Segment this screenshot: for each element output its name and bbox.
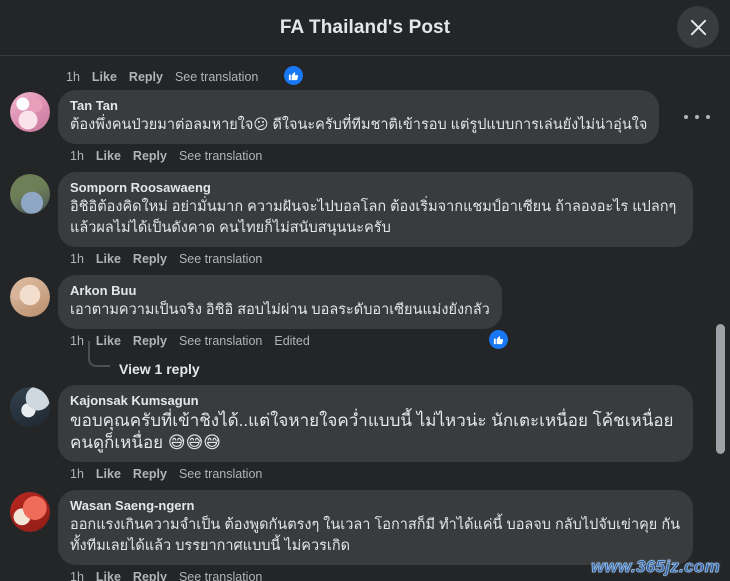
dot-icon	[684, 115, 688, 119]
comment-bubble: Tan Tan ต้องพึ่งคนป่วยมาต่อลมหายใจ😕 ดีใจ…	[58, 90, 660, 144]
comment-item: Somporn Roosawaeng อิชิอิต้องคิดใหม่ อย่…	[0, 172, 730, 273]
comment-author[interactable]: Tan Tan	[70, 97, 647, 114]
comment-text: อิชิอิต้องคิดใหม่ อย่ามั่นมาก ความฝันจะไ…	[70, 199, 677, 236]
dot-icon	[695, 115, 699, 119]
comment-bubble: Arkon Buu เอาตามความเป็นจริง อิชิอิ สอบไ…	[58, 275, 502, 329]
avatar[interactable]	[10, 277, 50, 317]
dialog-header: FA Thailand's Post	[0, 0, 730, 56]
see-translation-link[interactable]: See translation	[179, 333, 262, 349]
avatar[interactable]	[10, 387, 50, 427]
reply-button[interactable]: Reply	[133, 569, 167, 581]
comment-actions: 1h Like Reply See translation Edited	[58, 329, 714, 355]
like-button[interactable]: Like	[96, 466, 121, 482]
comment-actions-partial: 1h Like Reply See translation	[0, 62, 730, 90]
comment-text: ออกแรงเกินความจำเป็น ต้องพูดกันตรงๆ ในเว…	[70, 517, 681, 554]
comment-text: ขอบคุณครับที่เข้าชิงได้..แต่ใจหายใจคว่ำแ…	[70, 411, 674, 452]
comment-item: Tan Tan ต้องพึ่งคนป่วยมาต่อลมหายใจ😕 ดีใจ…	[0, 90, 730, 170]
thumbs-up-icon[interactable]	[284, 66, 303, 85]
comment-bubble: Somporn Roosawaeng อิชิอิต้องคิดใหม่ อย่…	[58, 172, 693, 247]
close-icon	[689, 18, 708, 37]
avatar[interactable]	[10, 174, 50, 214]
thumbs-up-icon[interactable]	[489, 330, 508, 349]
view-replies-button[interactable]: View 1 reply	[119, 361, 200, 377]
reply-button[interactable]: Reply	[133, 148, 167, 164]
view-replies-row: View 1 reply	[58, 341, 714, 383]
comment-author[interactable]: Somporn Roosawaeng	[70, 179, 681, 196]
see-translation-link[interactable]: See translation	[179, 466, 262, 482]
avatar[interactable]	[10, 92, 50, 132]
close-button[interactable]	[677, 6, 719, 48]
see-translation-link[interactable]: See translation	[179, 251, 262, 267]
like-button[interactable]: Like	[92, 70, 117, 84]
comment-timestamp: 1h	[70, 252, 84, 266]
avatar[interactable]	[10, 492, 50, 532]
comment-actions: 1h Like Reply See translation	[58, 144, 714, 170]
see-translation-link[interactable]: See translation	[175, 70, 258, 84]
reply-button[interactable]: Reply	[133, 333, 167, 349]
comment-item: Arkon Buu เอาตามความเป็นจริง อิชิอิ สอบไ…	[0, 275, 730, 383]
comment-actions: 1h Like Reply See translation	[58, 462, 714, 488]
see-translation-link[interactable]: See translation	[179, 148, 262, 164]
scrollbar-track[interactable]	[716, 56, 728, 581]
comment-timestamp: 1h	[70, 334, 84, 348]
comment-actions: 1h Like Reply See translation	[58, 565, 714, 581]
see-translation-link[interactable]: See translation	[179, 569, 262, 581]
reply-button[interactable]: Reply	[129, 70, 163, 84]
like-button[interactable]: Like	[96, 569, 121, 581]
thread-connector-line	[88, 341, 110, 367]
comment-timestamp: 1h	[66, 70, 80, 84]
comment-actions: 1h Like Reply See translation	[58, 247, 714, 273]
comment-bubble: Kajonsak Kumsagun ขอบคุณครับที่เข้าชิงได…	[58, 385, 693, 462]
comment-text: ต้องพึ่งคนป่วยมาต่อลมหายใจ😕 ดีใจนะครับที…	[70, 117, 648, 133]
like-button[interactable]: Like	[96, 251, 121, 267]
reply-button[interactable]: Reply	[133, 466, 167, 482]
comment-timestamp: 1h	[70, 570, 84, 581]
comment-timestamp: 1h	[70, 467, 84, 481]
comment-author[interactable]: Arkon Buu	[70, 282, 490, 299]
edited-label: Edited	[274, 334, 310, 348]
like-button[interactable]: Like	[96, 148, 121, 164]
comment-author[interactable]: Wasan Saeng-ngern	[70, 497, 681, 514]
comment-timestamp: 1h	[70, 149, 84, 163]
comment-list[interactable]: 1h Like Reply See translation Tan Tan ต้…	[0, 56, 730, 581]
post-comments-dialog: FA Thailand's Post 1h Like Reply See tra…	[0, 0, 730, 581]
comment-item: Kajonsak Kumsagun ขอบคุณครับที่เข้าชิงได…	[0, 385, 730, 488]
comment-author[interactable]: Kajonsak Kumsagun	[70, 392, 681, 409]
comment-text: เอาตามความเป็นจริง อิชิอิ สอบไม่ผ่าน บอล…	[70, 302, 490, 318]
comment-item: Wasan Saeng-ngern ออกแรงเกินความจำเป็น ต…	[0, 490, 730, 581]
dot-icon	[706, 115, 710, 119]
reply-button[interactable]: Reply	[133, 251, 167, 267]
scrollbar-thumb[interactable]	[716, 324, 725, 454]
page-title: FA Thailand's Post	[279, 16, 451, 38]
comment-options-menu[interactable]	[684, 108, 710, 126]
comment-bubble: Wasan Saeng-ngern ออกแรงเกินความจำเป็น ต…	[58, 490, 693, 565]
